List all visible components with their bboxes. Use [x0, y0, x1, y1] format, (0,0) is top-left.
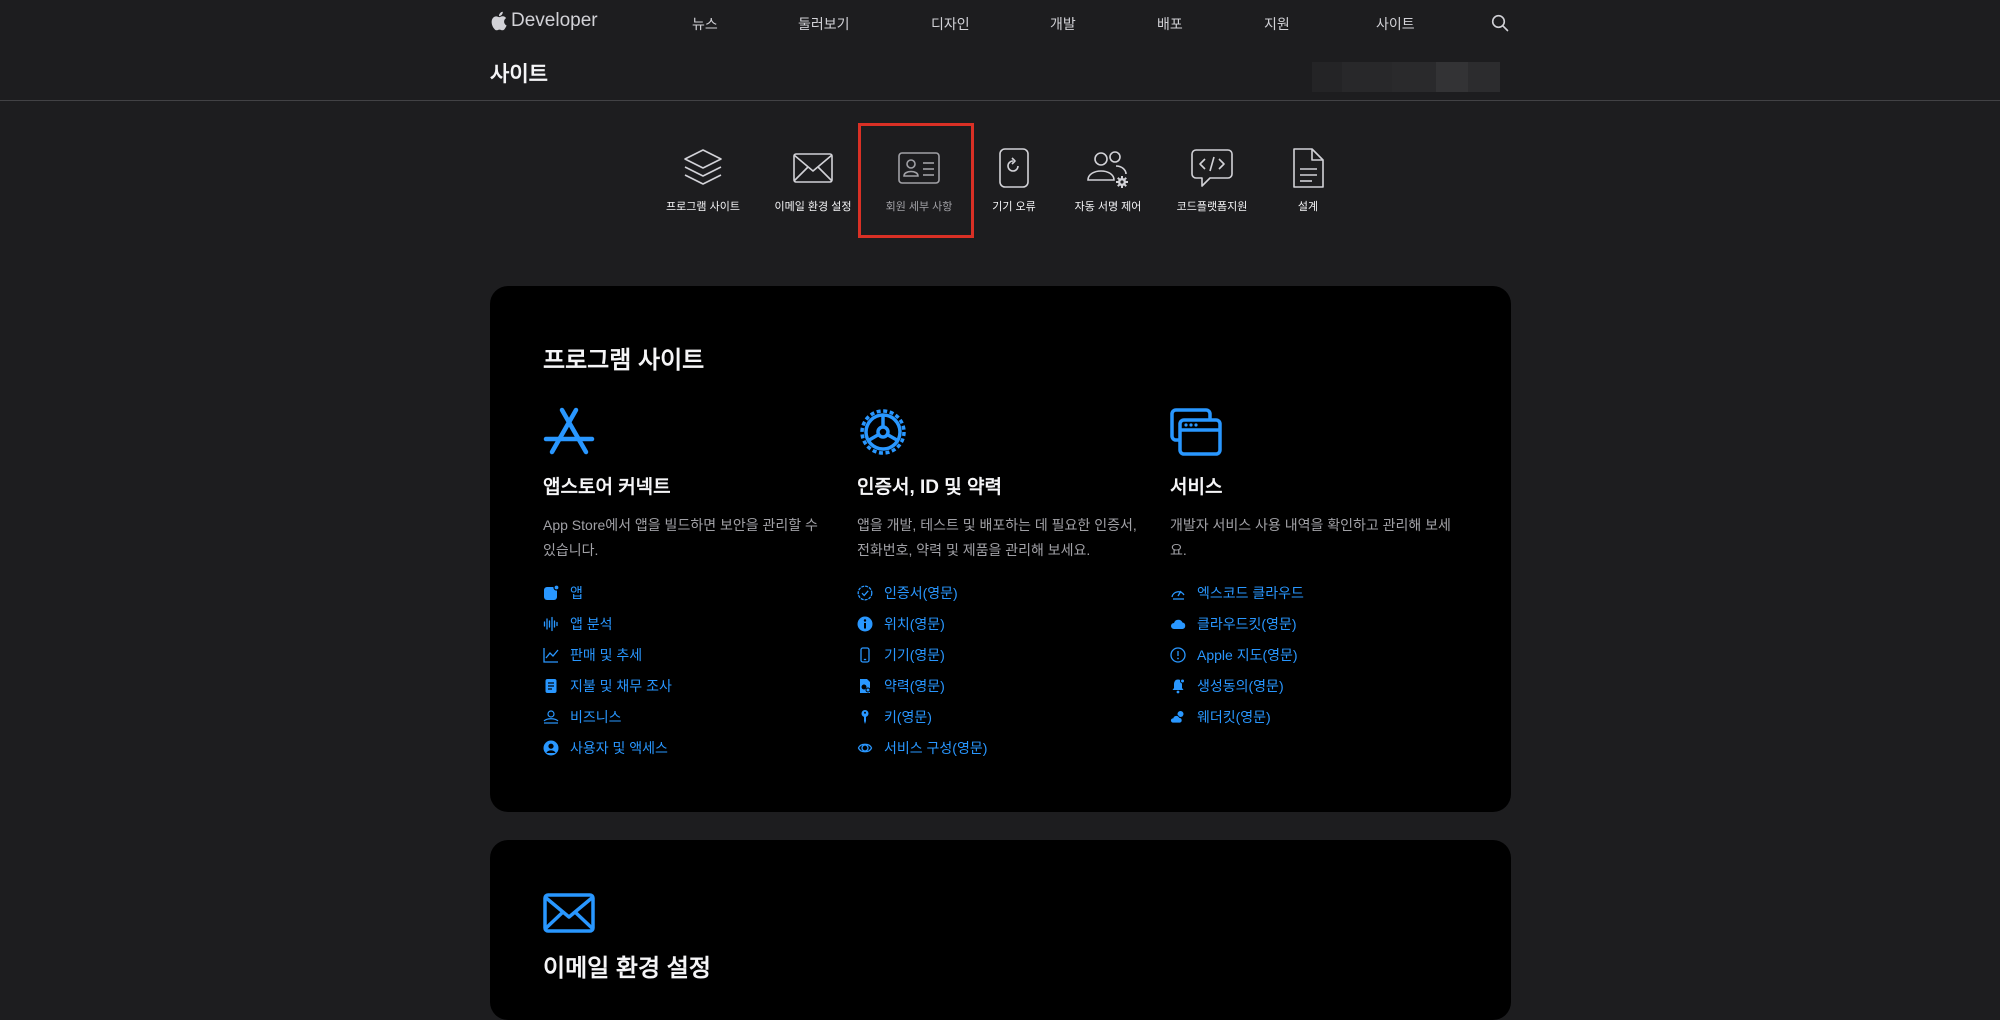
- brand-label: Developer: [511, 10, 598, 31]
- link-payments[interactable]: 지불 및 채무 조사: [543, 670, 833, 701]
- link-profiles[interactable]: 약력(영문): [857, 670, 1147, 701]
- layers-icon: [684, 149, 722, 185]
- link-services-config[interactable]: 서비스 구성(영문): [857, 732, 1147, 763]
- page-title: 사이트: [490, 63, 548, 86]
- profile-doc-icon: [860, 678, 871, 693]
- column-title: 인증서, ID 및 약력: [857, 477, 1002, 498]
- tab-label: 자동 서명 제어: [1074, 201, 1142, 213]
- redacted-account-name: [1312, 62, 1500, 92]
- app-store-connect-column: 앱스토어 커넥트 App Store에서 앱을 빌드하면 보안을 관리할 수 있…: [543, 406, 833, 763]
- services-column: 서비스 개발자 서비스 사용 내역을 확인하고 관리해 보세요. 엑스코드 클라…: [1170, 406, 1460, 732]
- service-config-icon: [857, 743, 873, 752]
- device-refresh-icon: [999, 148, 1029, 188]
- tab-auto-signing[interactable]: 자동 서명 제어: [1052, 146, 1164, 214]
- section-title: 프로그램 사이트: [543, 347, 705, 374]
- email-preferences-card: 이메일 환경 설정: [490, 840, 1511, 1020]
- local-nav: 사이트: [0, 46, 2000, 101]
- tab-label: 프로그램 사이트: [666, 201, 740, 213]
- section-title: 이메일 환경 설정: [543, 955, 711, 982]
- nav-support[interactable]: 지원: [1264, 14, 1290, 34]
- nav-develop[interactable]: 개발: [1050, 14, 1076, 34]
- cloud-icon: [1171, 619, 1186, 629]
- link-users-access[interactable]: 사용자 및 액세스: [543, 732, 833, 763]
- global-nav: Developer 뉴스 둘러보기 디자인 개발 배포 지원 사이트: [0, 0, 2000, 46]
- receipt-icon: [545, 678, 557, 693]
- app-plus-icon: [544, 584, 559, 600]
- tab-email-preferences[interactable]: 이메일 환경 설정: [757, 146, 869, 214]
- map-pin-circle-icon: [1170, 646, 1186, 663]
- gauge-cloud-icon: [1171, 590, 1185, 600]
- info-circle-icon: [857, 616, 873, 631]
- nav-distribute[interactable]: 배포: [1157, 14, 1183, 34]
- key-icon: [861, 709, 869, 724]
- link-list: 인증서(영문) 위치(영문) 기기(영문) 약력(영문) 키(영문) 서비스 구…: [857, 577, 1147, 763]
- link-business[interactable]: 비즈니스: [543, 701, 833, 732]
- gear-icon: [860, 409, 906, 455]
- apple-logo-icon: [491, 11, 507, 31]
- link-apple-maps[interactable]: Apple 지도(영문): [1170, 639, 1460, 670]
- waveform-icon: [543, 616, 558, 631]
- column-title: 서비스: [1170, 477, 1223, 498]
- search-icon[interactable]: [1491, 14, 1509, 32]
- tab-program-sites[interactable]: 프로그램 사이트: [647, 146, 759, 214]
- link-apps[interactable]: 앱: [543, 577, 833, 608]
- trend-chart-icon: [543, 647, 559, 663]
- link-sales-trends[interactable]: 판매 및 추세: [543, 639, 833, 670]
- column-title: 앱스토어 커넥트: [543, 477, 671, 498]
- apple-developer-logo[interactable]: Developer: [490, 10, 598, 32]
- tab-label: 이메일 환경 설정: [774, 201, 852, 213]
- link-xcode-cloud[interactable]: 엑스코드 클라우드: [1170, 577, 1460, 608]
- envelope-icon: [793, 153, 833, 183]
- nav-discover[interactable]: 둘러보기: [798, 14, 850, 34]
- windows-icon: [1170, 408, 1222, 456]
- column-description: 개발자 서비스 사용 내역을 확인하고 관리해 보세요.: [1170, 517, 1451, 558]
- app-store-icon: [543, 407, 595, 455]
- program-sites-card: 프로그램 사이트 앱스토어 커넥트 App Store에서 앱을 빌드하면 보안…: [490, 286, 1511, 812]
- document-icon: [1293, 148, 1324, 188]
- link-keys[interactable]: 키(영문): [857, 701, 1147, 732]
- link-list: 앱 앱 분석 판매 및 추세 지불 및 채무 조사 비즈니스 사용자 및 액세스: [543, 577, 833, 763]
- link-push-consent[interactable]: 생성동의(영문): [1170, 670, 1460, 701]
- nav-news[interactable]: 뉴스: [692, 14, 718, 34]
- certificates-column: 인증서, ID 및 약력 앱을 개발, 테스트 및 배포하는 데 필요한 인증서…: [857, 406, 1147, 763]
- people-gear-icon: [1087, 151, 1128, 188]
- link-devices[interactable]: 기기(영문): [857, 639, 1147, 670]
- link-list: 엑스코드 클라우드 클라우드킷(영문) Apple 지도(영문) 생성동의(영문…: [1170, 577, 1460, 732]
- bell-icon: [1172, 678, 1185, 693]
- code-bubble-icon: [1191, 149, 1233, 187]
- nav-design[interactable]: 디자인: [931, 14, 970, 34]
- envelope-icon: [543, 893, 595, 933]
- link-app-analytics[interactable]: 앱 분석: [543, 608, 833, 639]
- link-certificates[interactable]: 인증서(영문): [857, 577, 1147, 608]
- link-identifiers[interactable]: 위치(영문): [857, 608, 1147, 639]
- column-description: App Store에서 앱을 빌드하면 보안을 관리할 수 있습니다.: [543, 517, 818, 558]
- tab-design[interactable]: 설계: [1252, 146, 1364, 214]
- nav-account[interactable]: 사이트: [1376, 14, 1415, 34]
- link-cloudkit[interactable]: 클라우드킷(영문): [1170, 608, 1460, 639]
- business-icon: [543, 709, 559, 724]
- weather-icon: [1170, 710, 1184, 723]
- phone-icon: [860, 646, 870, 663]
- checkmark-seal-icon: [857, 585, 873, 600]
- tab-highlight-box: [858, 123, 974, 238]
- user-circle-icon: [543, 740, 559, 755]
- link-weatherkit[interactable]: 웨더킷(영문): [1170, 701, 1460, 732]
- column-description: 앱을 개발, 테스트 및 배포하는 데 필요한 인증서, 전화번호, 약력 및 …: [857, 517, 1137, 558]
- tab-label: 설계: [1297, 201, 1319, 213]
